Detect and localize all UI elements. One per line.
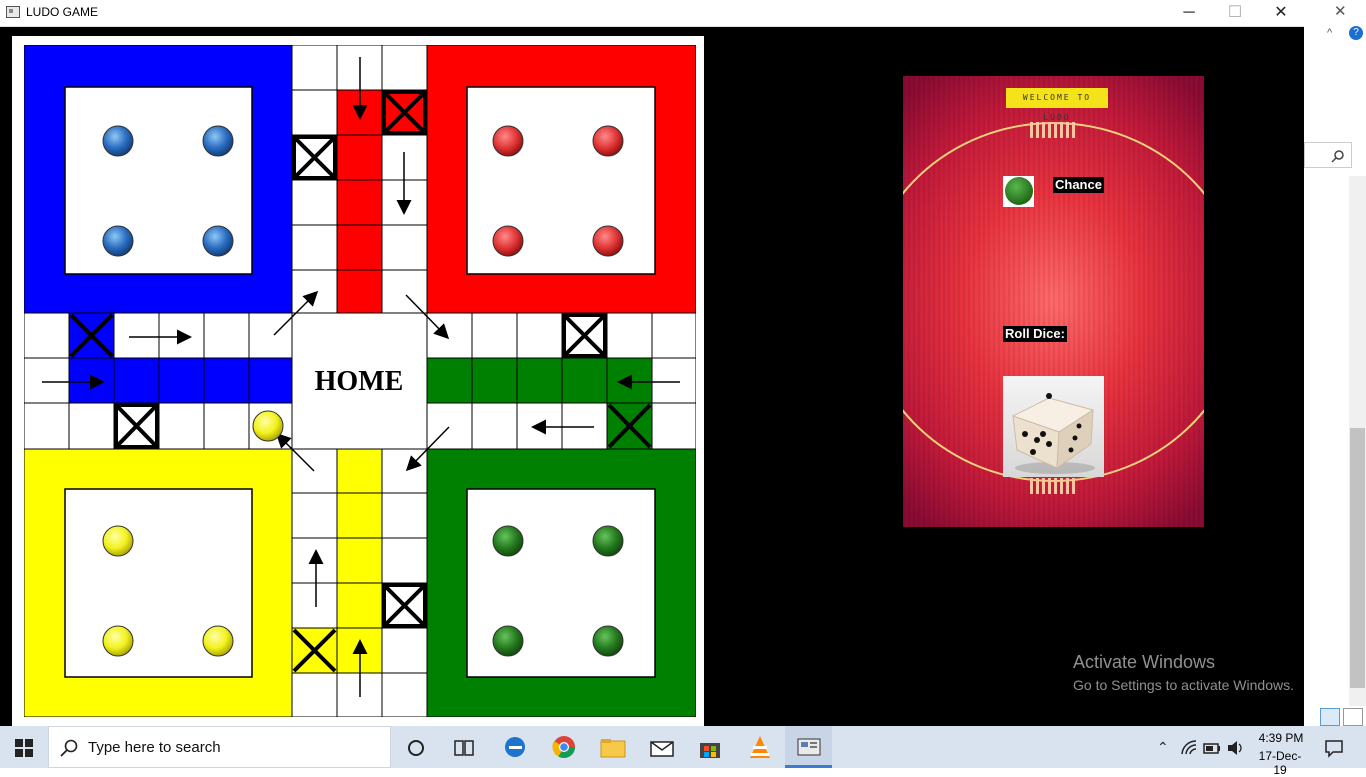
ludo-app-icon [797, 738, 821, 756]
minimize-button[interactable]: ─ [1166, 0, 1212, 26]
close-button[interactable]: ✕ [1258, 0, 1304, 26]
dice-button[interactable] [1003, 376, 1104, 477]
windows-start-icon[interactable] [15, 739, 33, 757]
ludo-board[interactable]: HOME [24, 45, 696, 717]
blue-token [202, 225, 234, 257]
preview-view-icon[interactable] [1343, 708, 1363, 726]
edge-icon[interactable] [503, 735, 527, 759]
yellow-token [252, 410, 284, 442]
search-icon [60, 739, 78, 757]
chevron-up-icon[interactable]: ^ [1327, 27, 1332, 39]
battery-icon[interactable] [1203, 741, 1221, 755]
green-token [592, 625, 624, 657]
info-panel: WELCOME TO LUDO Chance Roll Dice: [903, 76, 1204, 527]
yellow-token [202, 625, 234, 657]
dice-icon [1011, 393, 1095, 474]
window-title: LUDO GAME [26, 5, 99, 19]
chrome-icon[interactable] [552, 735, 576, 759]
yellow-token [102, 525, 134, 557]
welcome-banner: WELCOME TO LUDO [1006, 88, 1108, 122]
right-path [426, 312, 696, 450]
store-icon[interactable] [698, 736, 722, 760]
blue-token [102, 125, 134, 157]
details-view-icon[interactable] [1320, 708, 1340, 726]
maximize-button[interactable]: ☐ [1212, 0, 1258, 26]
title-bar [0, 0, 1304, 27]
mail-icon[interactable] [650, 738, 674, 758]
home-label: HOME [315, 366, 404, 397]
green-token [492, 525, 524, 557]
red-token [592, 125, 624, 157]
clock-date[interactable]: 17-Dec-19 [1252, 749, 1308, 777]
yellow-token [102, 625, 134, 657]
app-window-icon [6, 6, 20, 18]
magnifier-icon [1331, 150, 1344, 163]
red-token [492, 225, 524, 257]
task-view-icon[interactable] [453, 738, 475, 758]
help-icon[interactable]: ? [1349, 26, 1363, 40]
roll-dice-label: Roll Dice: [1003, 326, 1067, 342]
vlc-icon[interactable] [748, 735, 772, 760]
chance-label: Chance [1053, 177, 1104, 193]
bottom-fringe [1030, 478, 1076, 494]
blue-token [102, 225, 134, 257]
blue-token [202, 125, 234, 157]
file-explorer-icon[interactable] [600, 737, 626, 759]
current-turn-token [1005, 177, 1033, 205]
action-center-icon[interactable] [1324, 738, 1344, 758]
red-token [592, 225, 624, 257]
red-token [492, 125, 524, 157]
tray-chevron-up-icon[interactable]: ⌃ [1157, 739, 1169, 756]
activation-watermark-subtitle: Go to Settings to activate Windows. [1073, 677, 1294, 693]
green-token [592, 525, 624, 557]
clock-time[interactable]: 4:39 PM [1258, 731, 1304, 745]
green-token [492, 625, 524, 657]
volume-icon[interactable] [1227, 740, 1245, 756]
background-close-icon[interactable]: ✕ [1334, 2, 1347, 20]
taskbar-search-placeholder: Type here to search [88, 739, 221, 756]
activation-watermark-title: Activate Windows [1073, 652, 1216, 672]
cortana-icon[interactable] [406, 738, 426, 758]
wifi-icon[interactable] [1181, 740, 1197, 756]
scrollbar-thumb[interactable] [1350, 428, 1365, 688]
